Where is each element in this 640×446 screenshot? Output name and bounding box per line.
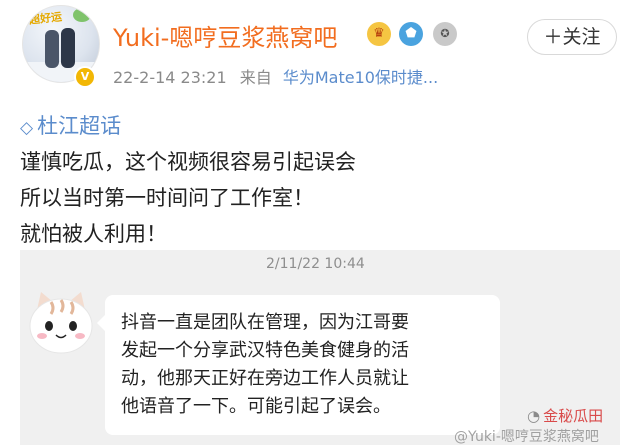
diamond-topic-icon: ◇ xyxy=(20,118,34,138)
follow-button[interactable]: ＋关注 xyxy=(527,19,617,55)
cat-avatar-icon xyxy=(25,288,97,358)
medal-icon: ✪ xyxy=(433,22,457,46)
avatar-figure xyxy=(45,30,59,68)
wechat-logo-icon: ◔ xyxy=(527,407,541,425)
wechat-watermark-text: 金秘瓜田 xyxy=(543,407,604,425)
topic-link[interactable]: ◇ 杜江超话 xyxy=(20,110,121,140)
username[interactable]: Yuki-嗯哼豆浆燕窝吧 xyxy=(113,18,337,53)
chat-timestamp: 2/11/22 10:44 xyxy=(266,256,365,272)
weibo-watermark: @Yuki-嗯哼豆浆燕窝吧 xyxy=(454,429,599,445)
device-link[interactable]: 华为Mate10保时捷... xyxy=(283,68,438,87)
chat-message-bubble: 抖音一直是团队在管理，因为江哥要 发起一个分享武汉特色美食健身的活 动，他那天正… xyxy=(97,295,500,435)
post-body-line: 就怕被人利用！ xyxy=(20,222,167,246)
avatar-figure xyxy=(61,28,75,68)
crown-icon: ♛ xyxy=(367,22,391,46)
wechat-watermark: ◔ 金秘瓜田 xyxy=(527,405,603,426)
source-prefix: 来自 xyxy=(239,68,272,87)
verified-v-icon: V xyxy=(74,66,96,88)
post-body-line: 所以当时第一时间问了工作室！ xyxy=(20,186,314,210)
chat-message-line: 动，他那天正好在旁边工作人员就让 xyxy=(121,368,409,389)
post-timestamp: 22-2-14 23:21 xyxy=(113,68,227,87)
frog-sticker-icon xyxy=(73,8,91,22)
verified-shield-icon: ⬟ xyxy=(399,22,423,46)
chat-message-line: 发起一个分享武汉特色美食健身的活 xyxy=(121,340,409,361)
post-meta: 22-2-14 23:21 来自 华为Mate10保时捷... xyxy=(113,64,438,88)
chat-message-line: 抖音一直是团队在管理，因为江哥要 xyxy=(121,312,409,333)
topic-label: 杜江超话 xyxy=(37,114,122,138)
post-body-line: 谨慎吃瓜，这个视频很容易引起误会 xyxy=(20,150,356,174)
chat-message-line: 他语音了一下。可能引起了误会。 xyxy=(121,396,391,417)
avatar-sticker-text: 超好运 xyxy=(28,10,63,27)
